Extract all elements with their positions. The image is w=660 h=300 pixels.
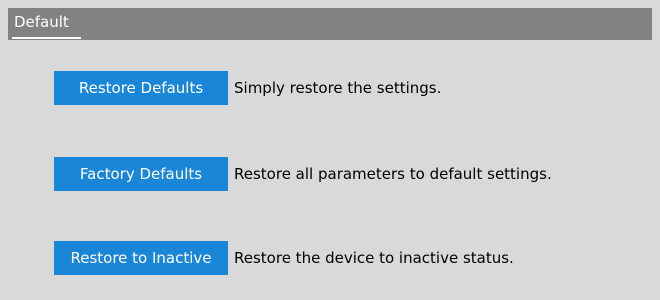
header-bar: Default [8, 8, 652, 40]
option-row-restore-to-inactive: Restore to Inactive Restore the device t… [8, 241, 652, 275]
options-panel: Restore Defaults Simply restore the sett… [8, 40, 652, 292]
active-tab-underline [12, 37, 81, 39]
restore-defaults-description: Simply restore the settings. [234, 79, 442, 97]
default-settings-window: Default Restore Defaults Simply restore … [0, 0, 660, 300]
factory-defaults-description: Restore all parameters to default settin… [234, 165, 552, 183]
restore-to-inactive-description: Restore the device to inactive status. [234, 249, 514, 267]
tab-default[interactable]: Default [14, 12, 69, 32]
restore-to-inactive-button[interactable]: Restore to Inactive [54, 241, 228, 275]
option-row-factory-defaults: Factory Defaults Restore all parameters … [8, 157, 652, 191]
option-row-restore-defaults: Restore Defaults Simply restore the sett… [8, 71, 652, 105]
factory-defaults-button[interactable]: Factory Defaults [54, 157, 228, 191]
restore-defaults-button[interactable]: Restore Defaults [54, 71, 228, 105]
